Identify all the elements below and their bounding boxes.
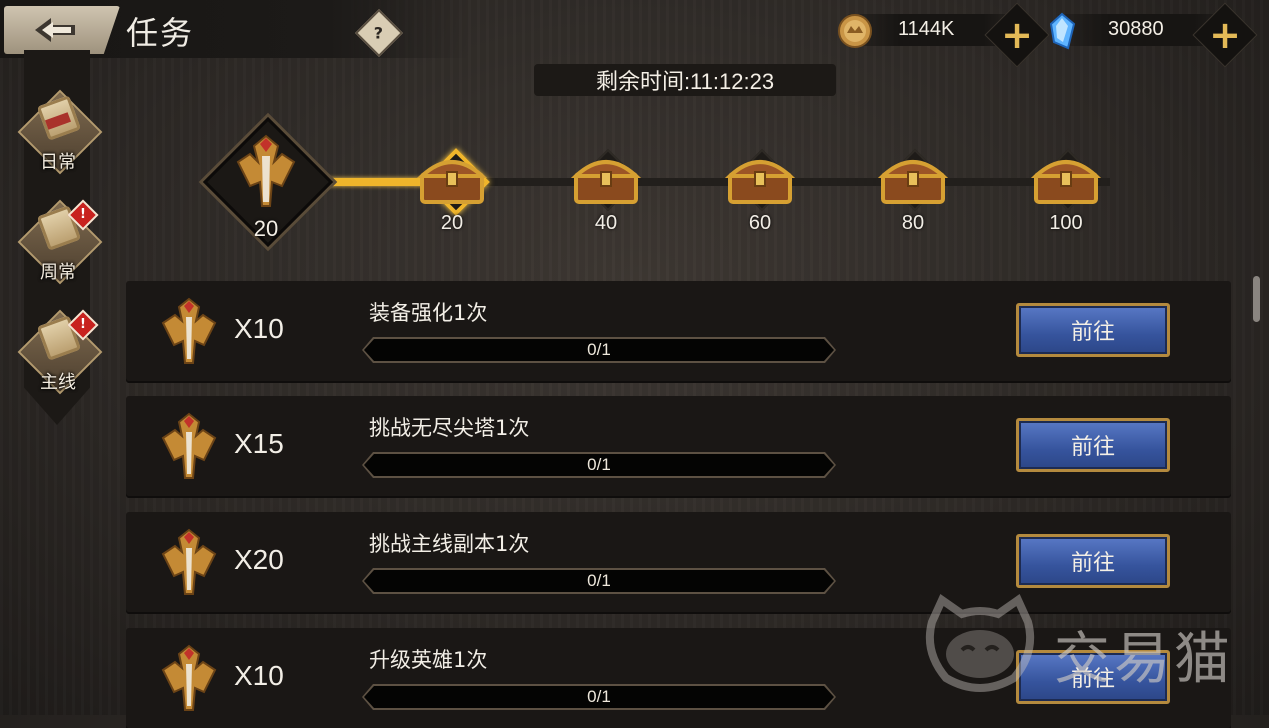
treasure-chest-icon: [724, 160, 796, 204]
help-label: ?: [374, 23, 384, 43]
task-reward: X20: [234, 544, 284, 575]
task-row: X10 装备强化1次 0/1 前往: [126, 281, 1231, 381]
treasure-chest-icon: [877, 160, 949, 204]
milestone-chest-80[interactable]: 80: [873, 140, 953, 240]
task-progress-text: 0/1: [587, 340, 611, 359]
crest-icon: [161, 297, 217, 364]
gold-coin-icon: [838, 14, 872, 48]
task-reward: X15: [234, 428, 284, 459]
go-button[interactable]: 前往: [1016, 303, 1170, 357]
side-tab-label: 主线: [40, 372, 76, 393]
crest-icon: [236, 134, 296, 207]
milestone-chest-60[interactable]: 60: [720, 140, 800, 240]
current-points: 20: [253, 216, 279, 241]
task-progress-text: 0/1: [587, 571, 611, 590]
task-reward: X10: [234, 660, 284, 691]
side-tab-label: 日常: [40, 152, 76, 173]
crest-icon: [161, 528, 217, 595]
crest-icon: [161, 412, 217, 479]
task-reward: X10: [234, 313, 284, 344]
task-title: 装备强化1次: [369, 301, 488, 325]
task-progress-text: 0/1: [587, 687, 611, 706]
scrollbar-thumb[interactable]: [1253, 276, 1260, 322]
task-progress-text: 0/1: [587, 455, 611, 474]
back-arrow-icon: [35, 18, 75, 42]
side-tab-label: 周常: [40, 262, 76, 283]
milestone-value: 80: [901, 212, 925, 234]
diamond-add-button[interactable]: +: [1192, 2, 1258, 68]
task-title: 挑战主线副本1次: [369, 532, 530, 556]
milestone-chest-20[interactable]: 20: [412, 140, 492, 240]
go-button[interactable]: 前往: [1016, 534, 1170, 588]
gold-add-button[interactable]: +: [984, 2, 1050, 68]
gold-amount: 1144K: [898, 18, 955, 40]
milestone-chest-100[interactable]: 100: [1026, 140, 1106, 240]
treasure-chest-icon: [1030, 160, 1102, 204]
side-tab-main[interactable]: 主线 !: [16, 308, 103, 395]
milestone-value: 40: [594, 212, 618, 234]
page-title: 任务: [126, 14, 195, 52]
remaining-time: 剩余时间:11:12:23: [534, 64, 836, 96]
treasure-chest-icon: [570, 160, 642, 204]
side-tab-weekly[interactable]: 周常 !: [16, 198, 103, 285]
task-title: 挑战无尽尖塔1次: [369, 416, 530, 440]
diamond-amount: 30880: [1108, 18, 1164, 40]
side-tab-daily[interactable]: 日常: [16, 88, 103, 175]
task-row: X15 挑战无尽尖塔1次 0/1 前往: [126, 396, 1231, 496]
go-button[interactable]: 前往: [1016, 418, 1170, 472]
milestone-value: 100: [1049, 212, 1083, 234]
milestone-chest-40[interactable]: 40: [566, 140, 646, 240]
blue-crystal-icon: [1049, 12, 1076, 50]
back-button[interactable]: [4, 6, 120, 54]
watermark-text: 交易猫: [1054, 627, 1234, 692]
activity-points-emblem: 20: [202, 116, 334, 248]
milestone-value: 20: [440, 212, 464, 234]
treasure-chest-icon: [416, 160, 488, 204]
crest-icon: [161, 644, 217, 711]
milestone-value: 60: [748, 212, 772, 234]
task-title: 升级英雄1次: [369, 648, 488, 672]
